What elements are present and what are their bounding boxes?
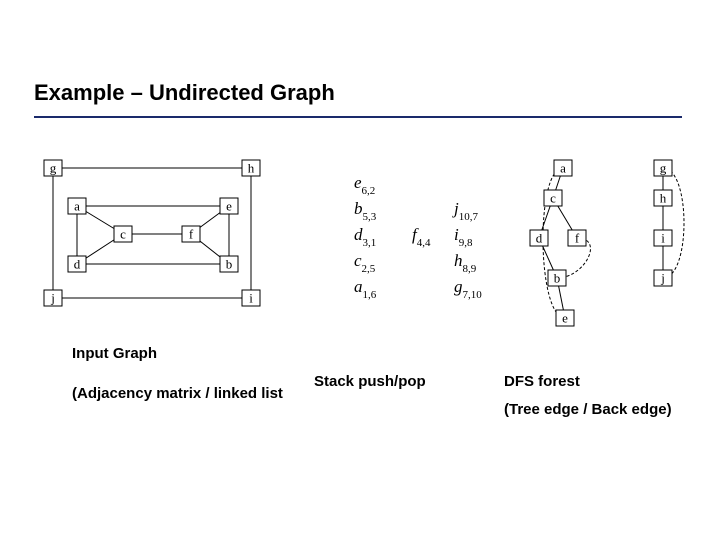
svg-text:g7,10: g7,10 — [454, 277, 482, 301]
stack-pushpop: e6,2b5,3d3,1c2,5a1,6 f4,4 j10,7 i9,8 h8,9g7,… — [334, 160, 524, 320]
svg-text:b5,3: b5,3 — [354, 199, 377, 223]
caption-input-graph: Input Graph — [72, 344, 292, 364]
svg-text:g: g — [50, 161, 57, 176]
input-graph-panel: g h a e c f d b j i — [34, 160, 294, 320]
svg-text:h: h — [248, 161, 255, 176]
svg-text:c: c — [550, 191, 556, 206]
svg-text:b: b — [554, 271, 561, 286]
svg-text:a: a — [74, 199, 80, 214]
page-title: Example – Undirected Graph — [34, 80, 335, 106]
title-rule — [34, 116, 682, 118]
svg-text:f4,4: f4,4 — [412, 225, 431, 249]
caption-input-graph-2: (Adjacency matrix / linked list — [72, 384, 292, 404]
svg-text:h: h — [660, 191, 667, 206]
svg-text:i: i — [249, 291, 253, 306]
svg-text:e: e — [562, 311, 568, 326]
svg-text:e6,2: e6,2 — [354, 173, 375, 197]
svg-text:j: j — [50, 291, 55, 306]
svg-text:b: b — [226, 257, 233, 272]
caption-stack: Stack push/pop — [314, 372, 494, 392]
dfs-forest: acdfbeghij — [514, 160, 694, 320]
svg-text:c2,5: c2,5 — [354, 251, 376, 275]
panels: ghaecfdbji e6,2b5,3d3,1c2,5a1,6f4,4j10,7… — [34, 160, 682, 330]
svg-text:f: f — [575, 231, 580, 246]
caption-forest-2: (Tree edge / Back edge) — [504, 400, 674, 420]
svg-text:g: g — [660, 161, 667, 176]
forest-panel: acdfbeghij — [514, 160, 694, 320]
svg-text:d: d — [74, 257, 81, 272]
svg-text:c: c — [120, 227, 126, 242]
svg-text:i: i — [661, 231, 665, 246]
svg-text:d3,1: d3,1 — [354, 225, 376, 249]
svg-text:j10,7: j10,7 — [452, 199, 478, 223]
caption-forest: DFS forest — [504, 372, 674, 392]
svg-text:i9,8: i9,8 — [454, 225, 473, 249]
input-graph: g h a e c f d b j i — [34, 160, 294, 320]
svg-text:a: a — [560, 161, 566, 176]
svg-text:d: d — [536, 231, 543, 246]
stack-panel: e6,2b5,3d3,1c2,5a1,6 f4,4 j10,7 i9,8 h8,9g7,… — [334, 160, 514, 320]
svg-text:h8,9: h8,9 — [454, 251, 477, 275]
svg-text:j: j — [660, 271, 665, 286]
svg-text:f: f — [189, 227, 194, 242]
svg-text:e: e — [226, 199, 232, 214]
svg-text:a1,6: a1,6 — [354, 277, 377, 301]
